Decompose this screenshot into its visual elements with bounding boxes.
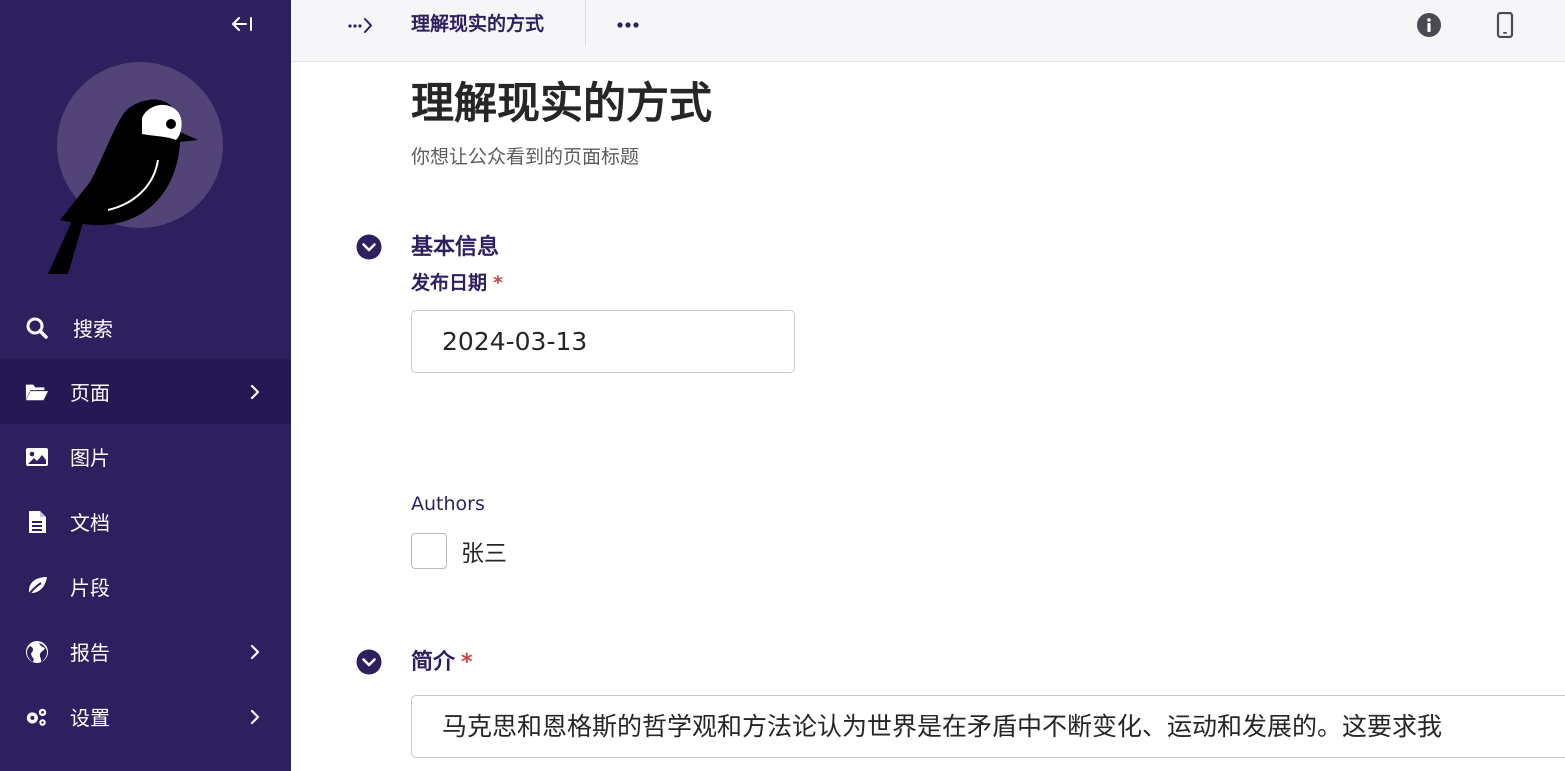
chevron-right-icon (250, 384, 260, 399)
page-title[interactable]: 理解现实的方式 (411, 76, 712, 132)
intro-text-field[interactable]: 马克思和恩格斯的哲学观和方法论认为世界是在矛盾中不断变化、运动和发展的。这要求我 (411, 695, 1565, 758)
sidebar-item-label: 页面 (70, 381, 110, 405)
document-icon (25, 510, 49, 534)
required-marker: * (461, 650, 473, 675)
author-option-label: 张三 (461, 541, 507, 567)
folder-open-icon (25, 380, 49, 404)
leaf-icon (25, 575, 49, 599)
chevron-right-icon (250, 709, 260, 724)
sidebar-item-pages[interactable]: 页面 (0, 359, 291, 424)
collapse-left-icon (232, 17, 252, 31)
info-icon (1417, 13, 1441, 37)
publish-date-input[interactable] (411, 310, 795, 373)
publish-date-label-text: 发布日期 (411, 272, 488, 294)
required-marker: * (493, 272, 503, 294)
sidebar-item-documents[interactable]: 文档 (0, 489, 291, 554)
sidebar-item-reports[interactable]: 报告 (0, 619, 291, 684)
breadcrumb-current-page[interactable]: 理解现实的方式 (411, 10, 544, 38)
cogs-icon (25, 705, 49, 729)
bird-logo-icon (48, 62, 223, 274)
info-button[interactable] (1415, 11, 1443, 39)
sidebar-item-snippets[interactable]: 片段 (0, 554, 291, 619)
sidebar-item-label: 图片 (70, 446, 110, 470)
chevron-down-icon[interactable] (356, 234, 382, 260)
sidebar-item-label: 报告 (70, 641, 110, 665)
breadcrumb-toggle-button[interactable] (343, 12, 379, 38)
sidebar-item-images[interactable]: 图片 (0, 424, 291, 489)
globe-icon (25, 640, 49, 664)
section-heading-basic-info: 基本信息 (411, 235, 500, 260)
wagtail-logo[interactable] (30, 62, 230, 277)
page-subtitle: 你想让公众看到的页面标题 (411, 146, 640, 168)
header-divider (585, 0, 586, 46)
collapse-sidebar-button[interactable] (228, 12, 256, 36)
image-icon (25, 445, 49, 469)
more-dots-icon (617, 22, 639, 28)
sidebar: 搜索 页面 图片 文档 片段 报告 设置 (0, 0, 291, 771)
chevron-down-icon[interactable] (356, 649, 382, 675)
intro-heading-text: 简介 (411, 650, 456, 675)
author-checkbox[interactable] (411, 533, 447, 569)
sidebar-item-label: 文档 (70, 511, 110, 535)
sidebar-nav: 搜索 页面 图片 文档 片段 报告 设置 (0, 294, 291, 749)
sidebar-item-label: 搜索 (73, 317, 113, 341)
chevron-right-icon (250, 644, 260, 659)
sidebar-item-label: 设置 (70, 706, 110, 730)
authors-label: Authors (411, 493, 485, 515)
author-option[interactable]: 张三 (411, 533, 507, 569)
more-actions-button[interactable] (613, 12, 643, 38)
sidebar-item-search[interactable]: 搜索 (0, 294, 291, 359)
section-heading-intro: 简介 * (411, 648, 473, 678)
sidebar-item-label: 片段 (70, 576, 110, 600)
publish-date-label: 发布日期 * (411, 270, 503, 296)
breadcrumb-expand-icon (348, 18, 372, 33)
top-header: 理解现实的方式 (291, 0, 1565, 62)
sidebar-item-settings[interactable]: 设置 (0, 684, 291, 749)
mobile-device-icon (1496, 12, 1514, 38)
search-icon (25, 316, 49, 340)
preview-device-button[interactable] (1491, 11, 1519, 39)
